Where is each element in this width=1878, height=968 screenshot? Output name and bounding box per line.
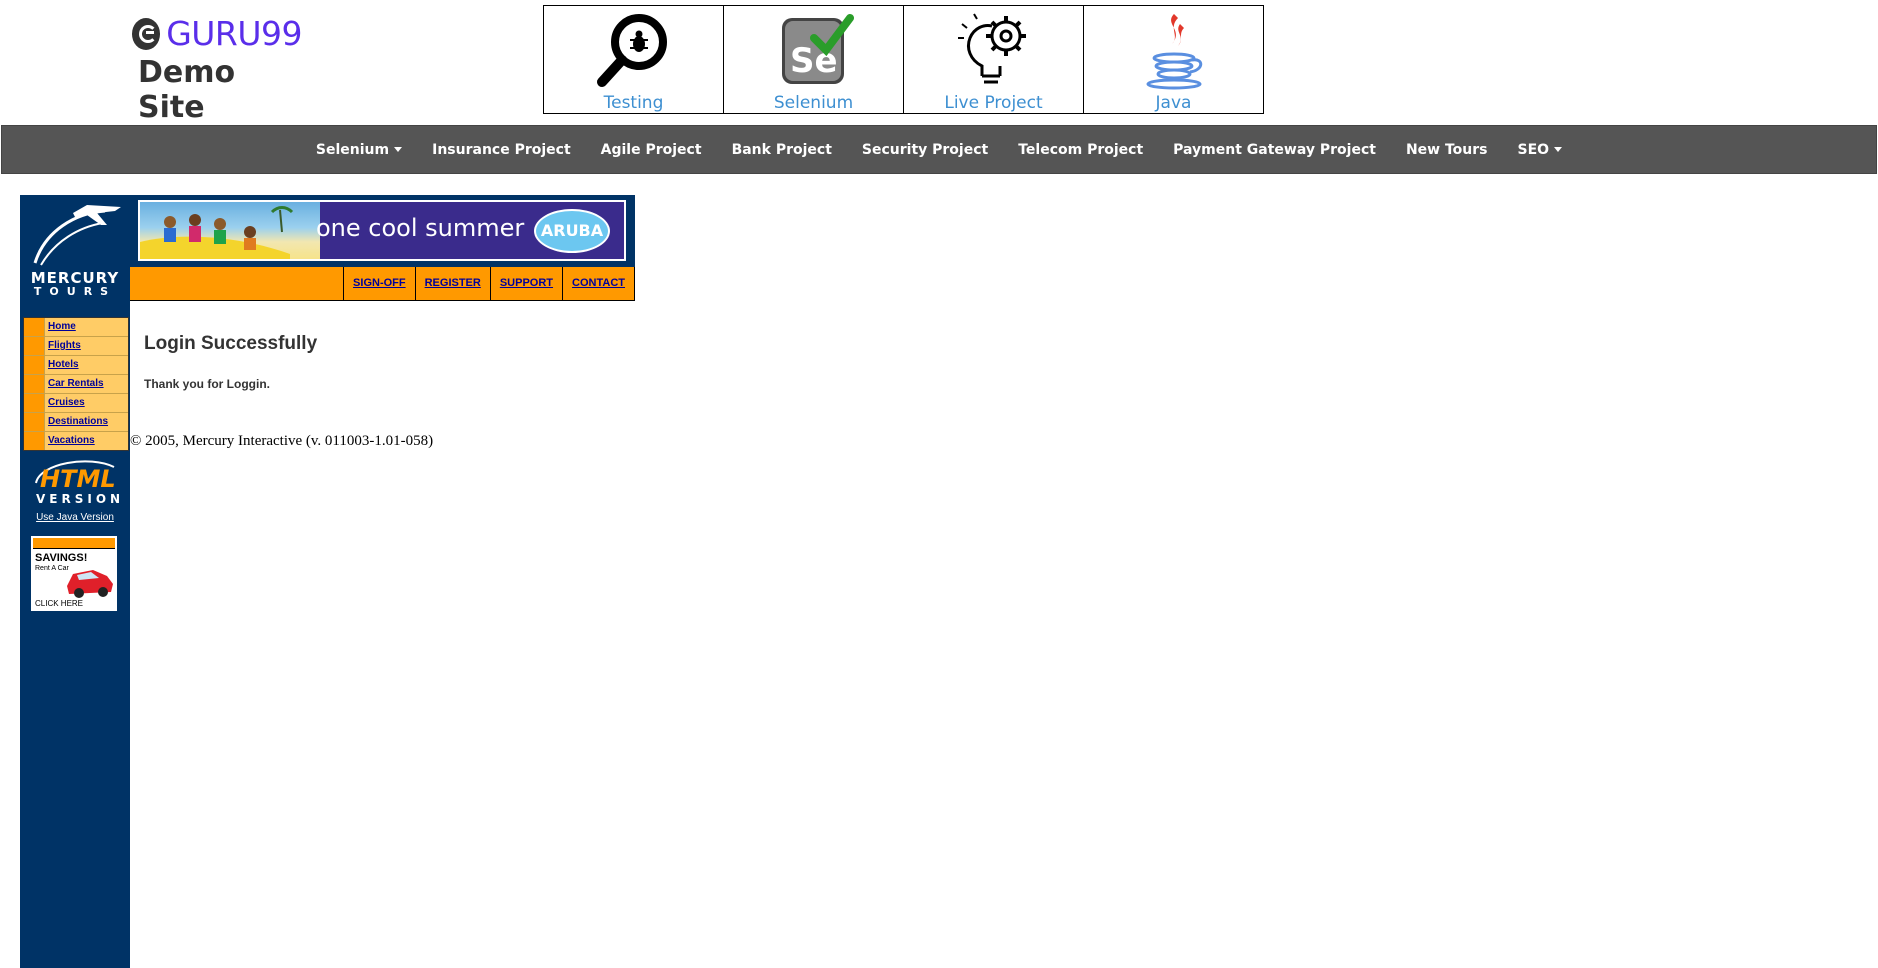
nav-insurance-project[interactable]: Insurance Project	[417, 142, 586, 158]
course-tiles: Testing Se Selenium Live Project Java	[543, 5, 1264, 114]
login-message: Thank you for Loggin.	[144, 377, 270, 391]
mercury-tours-logo: MERCURY TOURS	[25, 201, 125, 299]
tile-selenium[interactable]: Se Selenium	[724, 6, 904, 113]
link-support[interactable]: SUPPORT	[491, 267, 564, 300]
nav-bank-project[interactable]: Bank Project	[717, 142, 847, 158]
mercury-side-menu: Home Flights Hotels Car Rentals Cruises …	[23, 317, 129, 451]
side-menu-item: Vacations	[24, 432, 128, 450]
nav-security-project[interactable]: Security Project	[847, 142, 1003, 158]
use-java-version-link[interactable]: Use Java Version	[20, 512, 130, 523]
nav-telecom-project[interactable]: Telecom Project	[1003, 142, 1158, 158]
nav-label: Selenium	[315, 141, 390, 158]
magnifier-bug-icon	[596, 14, 667, 87]
html-version-line1: HTML	[40, 465, 116, 493]
lightbulb-gear-icon	[957, 13, 1026, 84]
side-menu-item: Car Rentals	[24, 375, 128, 394]
side-menu-item: Home	[24, 318, 128, 337]
beach-photo	[140, 202, 320, 259]
tile-label: Selenium	[773, 93, 854, 113]
side-link-cruises[interactable]: Cruises	[45, 394, 128, 412]
menu-bullet	[24, 337, 45, 355]
site-subtitle: Demo Site	[138, 55, 236, 125]
mercury-sidebar: MERCURY TOURS Home Flights Hotels Car Re…	[20, 195, 130, 968]
plane-swoosh-icon	[33, 205, 121, 266]
aruba-banner[interactable]: one cool summer ARUBA	[138, 200, 626, 261]
mercury-logo-line2: TOURS	[33, 285, 117, 298]
tile-label: Live Project	[944, 93, 1043, 113]
tile-label: Java	[1155, 93, 1192, 113]
side-menu-item: Cruises	[24, 394, 128, 413]
menu-bullet	[24, 413, 45, 431]
ad-top-bar	[33, 538, 115, 549]
red-car-icon	[67, 570, 113, 598]
menu-bullet	[24, 394, 45, 412]
nav-new-tours[interactable]: New Tours	[1391, 142, 1503, 158]
java-cup-icon	[1146, 14, 1202, 90]
nav-label: SEO	[1517, 141, 1550, 158]
menu-bullet	[24, 318, 45, 336]
selenium-icon: Se	[781, 14, 854, 84]
people-on-raft-image	[140, 206, 294, 259]
side-link-vacations[interactable]: Vacations	[45, 432, 128, 450]
html-version-line2: VERSION	[36, 492, 120, 505]
guru99-logo[interactable]: GURU99 Demo Site	[132, 14, 302, 125]
menu-bullet	[24, 375, 45, 393]
caret-down-icon	[394, 147, 403, 152]
menu-bullet	[24, 432, 45, 450]
html-version-badge: HTML VERSION	[35, 460, 120, 505]
side-menu-item: Flights	[24, 337, 128, 356]
link-sign-off[interactable]: SIGN-OFF	[344, 267, 416, 300]
aruba-badge: ARUBA	[534, 209, 610, 253]
top-links: SIGN-OFF REGISTER SUPPORT CONTACT	[343, 267, 635, 300]
tile-testing[interactable]: Testing	[544, 6, 724, 113]
tile-java[interactable]: Java	[1084, 6, 1263, 113]
link-contact[interactable]: CONTACT	[563, 267, 635, 300]
side-link-destinations[interactable]: Destinations	[45, 413, 128, 431]
menu-bullet	[24, 356, 45, 374]
nav-agile-project[interactable]: Agile Project	[586, 142, 717, 158]
copyright-text: © 2005, Mercury Interactive (v. 011003-1…	[130, 433, 434, 449]
side-link-flights[interactable]: Flights	[45, 337, 128, 355]
nav-seo-dropdown[interactable]: SEO	[1503, 142, 1578, 158]
brand-name: GURU99	[166, 14, 302, 53]
caret-down-icon	[1554, 147, 1563, 152]
banner-text: one cool summer	[316, 214, 525, 242]
nav-selenium-dropdown[interactable]: Selenium	[301, 142, 417, 158]
side-menu-item: Destinations	[24, 413, 128, 432]
rent-a-car-ad[interactable]: SAVINGS! Rent A Car CLICK HERE	[31, 536, 117, 611]
nav-payment-gateway-project[interactable]: Payment Gateway Project	[1158, 142, 1391, 158]
side-link-hotels[interactable]: Hotels	[45, 356, 128, 374]
mercury-top-nav: SIGN-OFF REGISTER SUPPORT CONTACT	[130, 267, 635, 301]
tile-label: Testing	[603, 93, 664, 113]
guru99-logo-icon	[132, 17, 161, 50]
side-link-home[interactable]: Home	[45, 318, 128, 336]
side-menu-item: Hotels	[24, 356, 128, 375]
tile-live-project[interactable]: Live Project	[904, 6, 1084, 113]
ad-line3: CLICK HERE	[35, 599, 84, 608]
page-title: Login Successfully	[144, 333, 318, 354]
link-register[interactable]: REGISTER	[416, 267, 491, 300]
side-link-car-rentals[interactable]: Car Rentals	[45, 375, 128, 393]
main-navbar: Selenium Insurance Project Agile Project…	[1, 125, 1877, 174]
